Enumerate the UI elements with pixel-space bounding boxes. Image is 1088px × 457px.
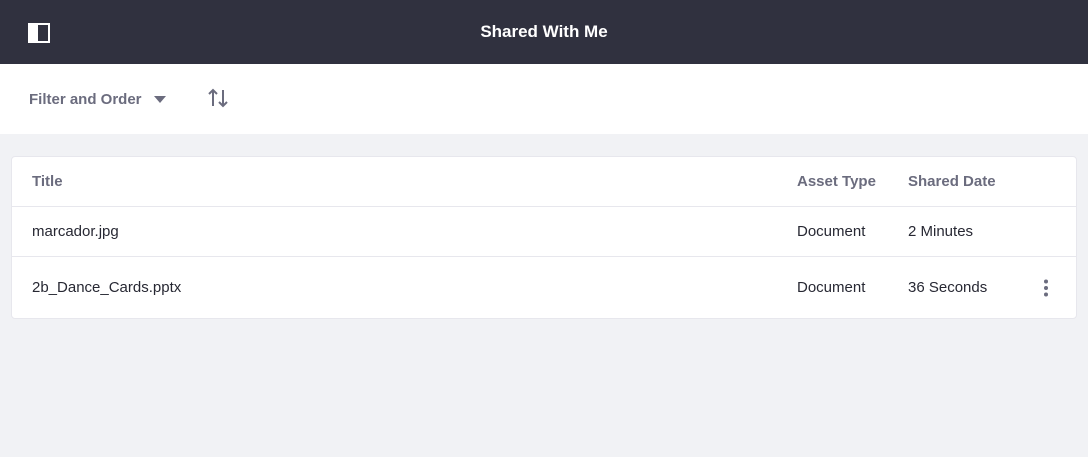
shared-date: 2 Minutes xyxy=(908,223,974,240)
shared-date: 36 Seconds xyxy=(908,279,988,296)
top-bar: Shared With Me xyxy=(0,0,1088,64)
column-header-title: Title xyxy=(32,173,63,190)
sort-order-icon[interactable] xyxy=(206,86,230,110)
table-header-row: Title Asset Type Shared Date xyxy=(12,157,1076,207)
kebab-menu-icon[interactable] xyxy=(1036,278,1056,298)
asset-type: Document xyxy=(797,279,866,296)
page-title: Shared With Me xyxy=(480,22,608,41)
filter-and-order-dropdown[interactable]: Filter and Order xyxy=(29,88,166,110)
table-row[interactable]: marcador.jpg Document 2 Minutes xyxy=(12,207,1076,257)
caret-down-icon xyxy=(153,95,166,103)
asset-title[interactable]: marcador.jpg xyxy=(32,207,119,256)
column-header-asset-type: Asset Type xyxy=(797,173,876,190)
column-header-shared-date: Shared Date xyxy=(908,173,996,190)
table-row[interactable]: 2b_Dance_Cards.pptx Document 36 Seconds xyxy=(12,257,1076,318)
management-toolbar: Filter and Order xyxy=(0,64,1088,134)
asset-type: Document xyxy=(797,223,866,240)
filter-and-order-label: Filter and Order xyxy=(29,90,142,108)
sidebar-panel-icon[interactable] xyxy=(28,23,50,43)
asset-title[interactable]: 2b_Dance_Cards.pptx xyxy=(32,257,181,318)
shared-assets-table: Title Asset Type Shared Date marcador.jp… xyxy=(11,156,1077,319)
